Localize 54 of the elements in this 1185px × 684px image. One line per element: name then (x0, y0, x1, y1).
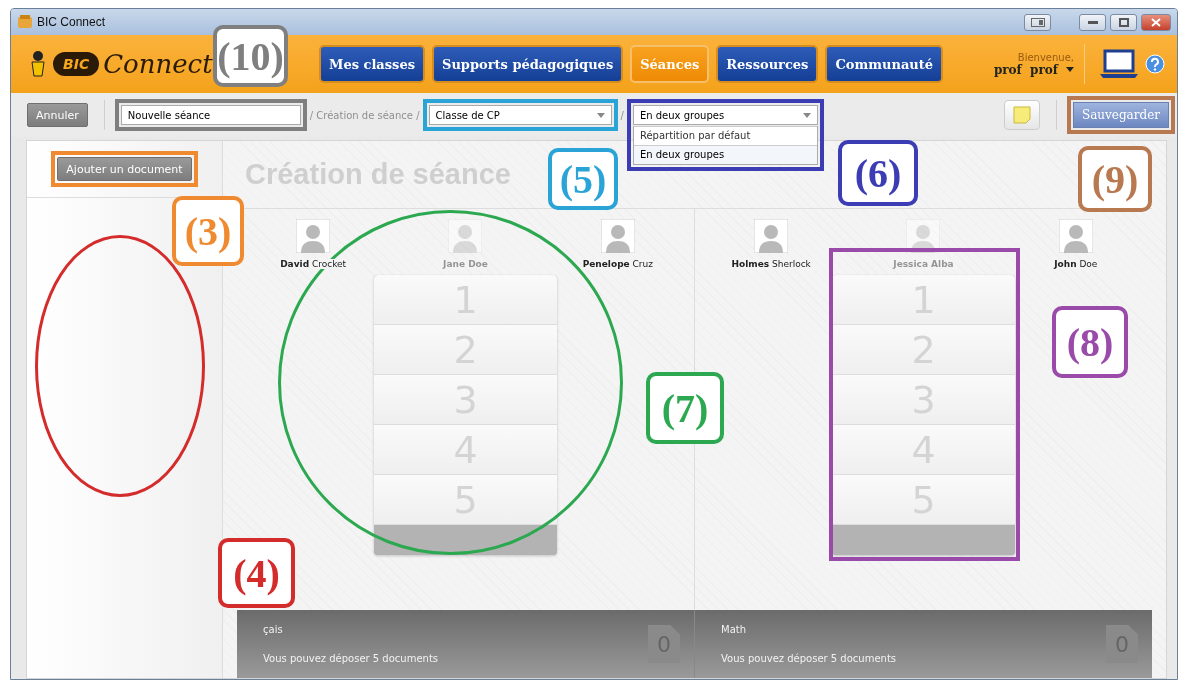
maximize-icon (1118, 17, 1129, 27)
logo-brand: BIC (53, 52, 100, 76)
avatar-icon (754, 219, 789, 253)
student-name: Jessica Alba (891, 259, 956, 269)
breadcrumb-separator: / (620, 109, 624, 121)
minimize-button[interactable] (1079, 13, 1106, 31)
nav-tab[interactable]: Mes classes (319, 45, 425, 83)
callout-label: (6) (838, 140, 918, 206)
session-name-field[interactable]: Nouvelle séance (120, 105, 301, 125)
student-name: Penelope Cruz (580, 259, 655, 269)
close-button[interactable] (1141, 13, 1171, 31)
nav-tab[interactable]: Ressources (716, 45, 819, 83)
callout-label: (4) (218, 538, 295, 608)
window-title: BIC Connect (37, 15, 106, 29)
breadcrumb-text: / Création de séance / (309, 109, 420, 121)
app-icon (17, 14, 33, 30)
group-split-select[interactable]: En deux groupes (632, 105, 818, 125)
caret-icon (596, 112, 605, 118)
sticky-note-icon (1012, 106, 1031, 124)
avatar-icon (1058, 219, 1093, 253)
avatar-icon (448, 219, 483, 253)
avatar-icon (906, 219, 941, 253)
callout-label: (10) (213, 25, 288, 87)
maximize-button[interactable] (1110, 13, 1137, 31)
student-name: Holmes Sherlock (729, 259, 813, 269)
minimize-icon (1087, 20, 1098, 24)
logo-text: Connect (103, 49, 213, 79)
student-name: David Crocket (278, 259, 349, 269)
avatar-icon (296, 219, 331, 253)
close-icon (1151, 17, 1161, 27)
callout-label: (9) (1078, 146, 1152, 212)
caret-icon (802, 112, 811, 118)
display-icon (1030, 17, 1045, 27)
subject-name: Math (721, 624, 747, 635)
welcome-text: Bienvenue, (1017, 51, 1074, 63)
class-select[interactable]: Classe de CP (428, 105, 612, 125)
user-menu[interactable]: prof prof (993, 62, 1074, 77)
subject-name: çais (263, 624, 284, 635)
avatar-icon (600, 219, 635, 253)
nav-tab[interactable]: Communauté (825, 45, 944, 83)
caret-icon (1066, 67, 1074, 72)
student-name: Jane Doe (441, 259, 490, 269)
drop-hint: Vous pouvez déposer 5 documents (263, 653, 439, 664)
drop-hint: Vous pouvez déposer 5 documents (721, 653, 897, 664)
dropdown-option[interactable]: En deux groupes (633, 145, 817, 164)
callout-label: (3) (172, 196, 244, 266)
laptop-icon[interactable] (1099, 49, 1139, 79)
callout-label: (8) (1052, 306, 1128, 378)
nav-tab[interactable]: Supports pédagogiques (432, 45, 624, 83)
display-button[interactable] (1024, 13, 1051, 31)
callout-label: (7) (646, 372, 724, 444)
help-icon[interactable] (1145, 54, 1165, 74)
callout-label: (5) (548, 148, 618, 210)
student-name: John Doe (1052, 259, 1100, 269)
